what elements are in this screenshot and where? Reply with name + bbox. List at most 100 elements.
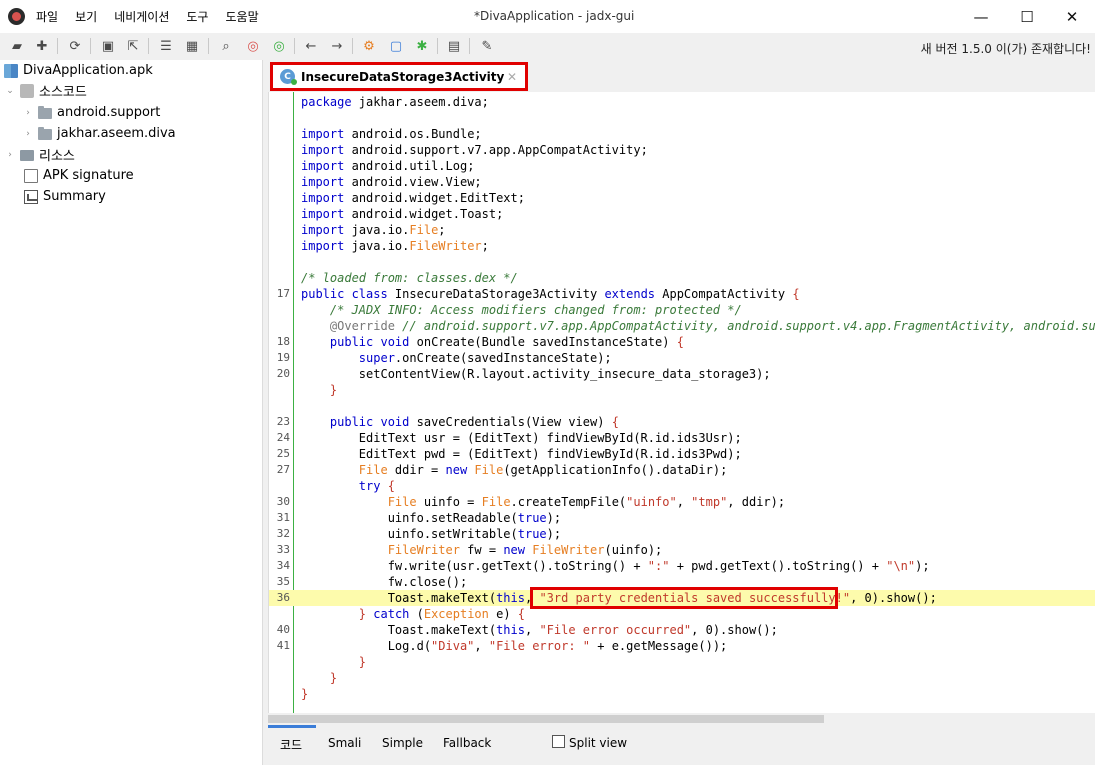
code-line: import android.view.View; [301, 175, 482, 189]
code-line: 32 uinfo.setWritable(true); [276, 527, 562, 541]
tree-label-android-support: android.support [57, 105, 161, 120]
code-line: import android.support.v7.app.AppCompatA… [301, 143, 648, 157]
menu-tools[interactable]: 도구 [184, 9, 210, 25]
update-notification[interactable]: 새 버전 1.5.0 이(가) 존재합니다! [921, 40, 1091, 57]
code-line: } [301, 687, 309, 701]
tree-item-apk[interactable]: DivaApplication.apk [4, 60, 153, 81]
source-code-icon [20, 83, 34, 98]
code-line: 33 FileWriter fw = new FileWriter(uinfo)… [276, 543, 663, 557]
menu-file[interactable]: 파일 [34, 9, 60, 25]
open-file-icon[interactable]: ▰ [8, 37, 26, 55]
add-file-icon[interactable]: ✚ [33, 37, 51, 55]
chevron-right-icon[interactable]: › [4, 150, 16, 160]
toolbar-divider [208, 38, 209, 54]
code-line: 17 public class InsecureDataStorage3Activ… [276, 287, 800, 301]
flatten-packages-icon[interactable]: ☰ [157, 37, 175, 55]
log-viewer-icon[interactable]: ▢ [387, 37, 405, 55]
log-icon[interactable]: ▤ [445, 37, 463, 55]
project-tree: DivaApplication.apk ⌄ 소스코드 › android.sup… [0, 60, 263, 765]
chevron-right-icon[interactable]: › [22, 129, 34, 139]
code-line: 40 Toast.makeText(this, "File error occu… [276, 623, 778, 637]
toolbar-divider [437, 38, 438, 54]
tree-item-signature[interactable]: APK signature [24, 165, 134, 186]
code-line: 34 fw.write(usr.getText().toString() + "… [276, 559, 930, 573]
code-line: } [358, 655, 367, 669]
editor-tab-strip: C InsecureDataStorage3Activity ✕ [268, 60, 1095, 92]
preferences-icon[interactable]: ✎ [478, 37, 496, 55]
tab-smali[interactable]: Smali [328, 736, 361, 750]
tree-label-resources: 리소스 [39, 149, 75, 164]
forward-icon[interactable]: → [328, 37, 346, 55]
code-line: import android.os.Bundle; [301, 127, 482, 141]
export-icon[interactable]: ⇱ [124, 37, 142, 55]
menu-view[interactable]: 보기 [73, 9, 99, 25]
code-line: 20 setContentView(R.layout.activity_inse… [276, 367, 771, 381]
deobfuscation-icon[interactable]: ⚙ [360, 37, 378, 55]
tab-fallback[interactable]: Fallback [443, 736, 491, 750]
active-tab-indicator [268, 725, 316, 728]
toolbar-divider [294, 38, 295, 54]
class-icon: C [280, 69, 297, 85]
resources-icon [20, 150, 34, 161]
code-line: @Override // android.support.v7.app.AppC… [329, 319, 1095, 333]
split-view-checkbox[interactable] [552, 735, 565, 748]
tab-label: InsecureDataStorage3Activity [301, 69, 505, 84]
jadx-app-icon [8, 8, 25, 25]
tree-label-jakhar: jakhar.aseem.diva [57, 126, 176, 141]
toolbar: ▰ ✚ ⟳ ▣ ⇱ ☰ ▦ ⌕ ◎ ◎ ← → ⚙ ▢ ✱ ▤ ✎ 새 버전 1… [0, 33, 1095, 60]
toolbar-divider [57, 38, 58, 54]
code-line: 24 EditText usr = (EditText) findViewByI… [276, 431, 742, 445]
certificate-icon [24, 168, 38, 183]
code-line: import android.util.Log; [301, 159, 475, 173]
code-editor[interactable]: package jakhar.aseem.diva; import androi… [268, 92, 1095, 713]
highlighted-code-line: 36 Toast.makeText(this, "3rd party crede… [269, 587, 1095, 609]
chevron-down-icon[interactable]: ⌄ [4, 86, 16, 96]
back-icon[interactable]: ← [302, 37, 320, 55]
tree-item-android-support[interactable]: › android.support [22, 102, 160, 123]
code-line: } catch (Exception e) { [358, 607, 526, 621]
tree-item-source[interactable]: ⌄ 소스코드 [4, 80, 87, 101]
scrollbar-thumb[interactable] [268, 715, 824, 723]
menu-bar: 파일 보기 네비게이션 도구 도움말 [34, 9, 274, 25]
save-icon[interactable]: ▣ [99, 37, 117, 55]
menu-help[interactable]: 도움말 [223, 9, 260, 25]
code-line: } [329, 671, 338, 685]
tree-item-resources[interactable]: › 리소스 [4, 144, 75, 165]
tree-label-summary: Summary [43, 189, 106, 204]
tab-simple[interactable]: Simple [382, 736, 423, 750]
tree-label-source: 소스코드 [39, 85, 87, 100]
code-line: /* loaded from: classes.dex */ [301, 271, 518, 285]
code-line: 31 uinfo.setReadable(true); [276, 511, 562, 525]
chevron-right-icon[interactable]: › [22, 108, 34, 118]
code-line: try { [358, 479, 395, 493]
menu-navigation[interactable]: 네비게이션 [112, 9, 171, 25]
find-usage-icon[interactable]: ◎ [270, 37, 288, 55]
search-icon[interactable]: ⌕ [217, 37, 235, 55]
code-line: 25 EditText pwd = (EditText) findViewByI… [276, 447, 742, 461]
package-icon [38, 127, 52, 140]
tab-code[interactable]: 코드 [280, 736, 302, 753]
maximize-button[interactable]: ☐ [1004, 0, 1050, 33]
minimize-button[interactable]: — [958, 0, 1004, 33]
horizontal-scrollbar[interactable] [268, 713, 1095, 725]
tab-close-icon[interactable]: ✕ [507, 70, 517, 84]
debugger-icon[interactable]: ✱ [413, 37, 431, 55]
tree-item-summary[interactable]: Summary [24, 186, 106, 207]
window-title: *DivaApplication - jadx-gui [474, 9, 635, 23]
close-button[interactable]: ✕ [1049, 0, 1095, 33]
code-line: 27 File ddir = new File(getApplicationIn… [276, 463, 728, 477]
code-line: import android.widget.Toast; [301, 207, 504, 221]
split-view-label: Split view [569, 736, 628, 750]
tree-label-apk: DivaApplication.apk [23, 63, 153, 78]
tree-label-signature: APK signature [43, 168, 134, 183]
find-class-icon[interactable]: ◎ [244, 37, 262, 55]
code-line: package jakhar.aseem.diva; [301, 95, 489, 109]
tree-item-jakhar[interactable]: › jakhar.aseem.diva [22, 123, 176, 144]
code-line: } [329, 383, 338, 397]
toolbar-divider [148, 38, 149, 54]
sync-icon[interactable]: ⟳ [66, 37, 84, 55]
tab-insecure-data-storage3[interactable]: C InsecureDataStorage3Activity ✕ [270, 62, 528, 91]
apk-icon [4, 63, 18, 78]
sync-tree-icon[interactable]: ▦ [183, 37, 201, 55]
code-view-tabs: 코드 Smali Simple Fallback Split view [268, 725, 1095, 765]
